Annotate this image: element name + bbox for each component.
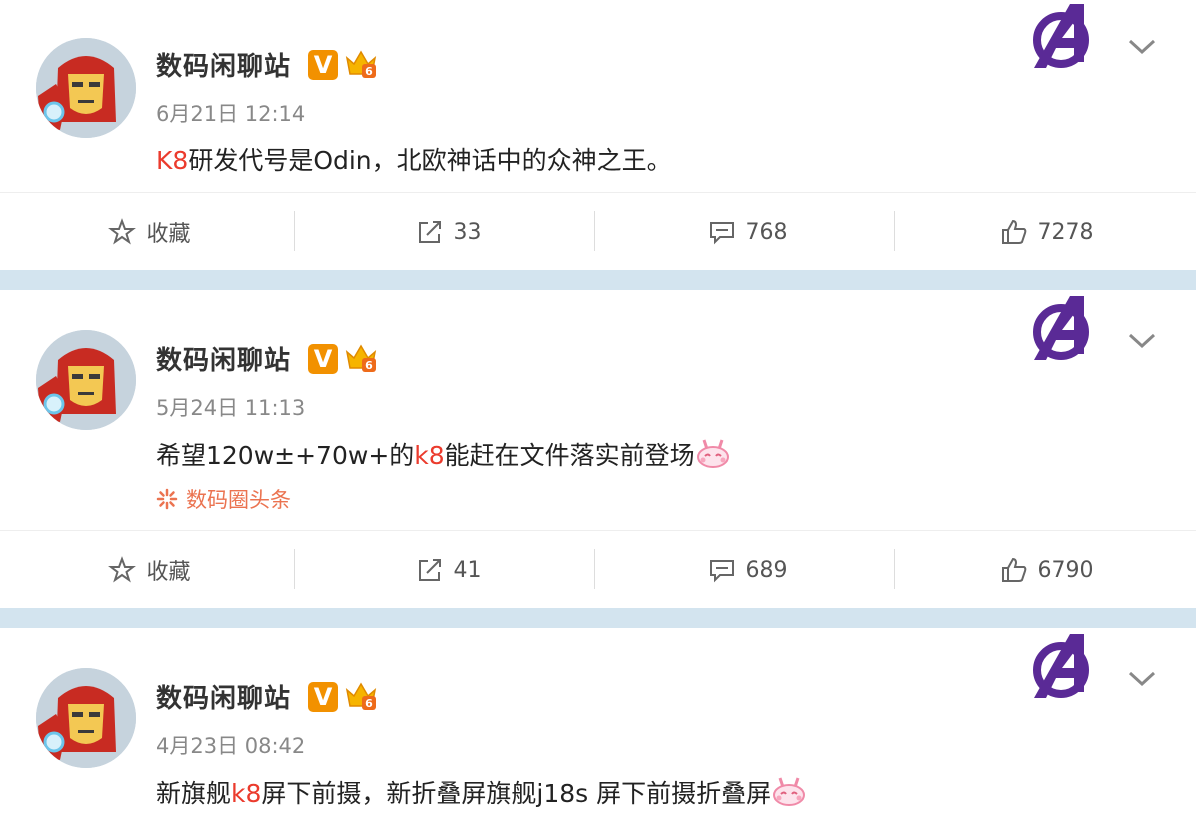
post-content: K8研发代号是Odin，北欧神话中的众神之王。 — [156, 141, 672, 177]
content-highlight: k8 — [231, 779, 262, 808]
user-name[interactable]: 数码闲聊站 — [156, 678, 291, 715]
comment-button[interactable]: 768 — [598, 193, 897, 271]
content-suffix: 屏下前摄，新折叠屏旗舰j18s 屏下前摄折叠屏 — [261, 779, 772, 808]
content-suffix: 研发代号是Odin，北欧神话中的众神之王。 — [188, 146, 672, 175]
divider — [594, 211, 595, 251]
user-name[interactable]: 数码闲聊站 — [156, 46, 291, 83]
action-bar: 收藏 33 768 7278 — [0, 192, 1196, 270]
post-source-link[interactable]: 数码圈头条 — [156, 484, 291, 514]
chevron-down-icon[interactable] — [1128, 38, 1156, 56]
like-count: 7278 — [1037, 219, 1094, 245]
divider — [294, 211, 295, 251]
star-outline-icon — [108, 218, 137, 245]
source-label: 数码圈头条 — [186, 488, 291, 512]
avatar[interactable] — [36, 330, 136, 430]
bunny-emoji-icon — [773, 777, 806, 806]
thumbs-up-icon — [1001, 219, 1026, 244]
crown-badge-icon: 6 — [345, 50, 377, 78]
topic-spark-icon — [156, 488, 178, 510]
share-icon — [418, 221, 441, 243]
like-button[interactable]: 6790 — [897, 531, 1196, 609]
svg-text:6: 6 — [365, 65, 373, 78]
post-timestamp[interactable]: 5月24日 11:13 — [156, 392, 305, 422]
verified-badge: V — [308, 50, 338, 80]
post-card: 数码闲聊站 V 6 5月24日 11:13 希望120w±+70w+的k8能赶在… — [0, 290, 1196, 608]
divider — [294, 549, 295, 589]
crown-badge-icon: 6 — [345, 682, 377, 710]
like-button[interactable]: 7278 — [897, 193, 1196, 271]
bunny-emoji-icon — [696, 439, 729, 468]
comment-count: 689 — [745, 557, 788, 583]
favorite-button[interactable]: 收藏 — [0, 531, 299, 609]
post-timestamp[interactable]: 6月21日 12:14 — [156, 98, 305, 128]
favorite-label: 收藏 — [146, 560, 191, 585]
svg-text:6: 6 — [365, 359, 373, 372]
post-content: 新旗舰k8屏下前摄，新折叠屏旗舰j18s 屏下前摄折叠屏 — [156, 774, 807, 810]
avatar[interactable] — [36, 668, 136, 768]
content-prefix: 新旗舰 — [156, 779, 232, 808]
repost-button[interactable]: 41 — [299, 531, 598, 609]
repost-count: 33 — [453, 219, 482, 245]
repost-count: 41 — [453, 557, 482, 583]
svg-text:6: 6 — [365, 697, 373, 710]
content-highlight: k8 — [414, 441, 445, 470]
post-content: 希望120w±+70w+的k8能赶在文件落实前登场 — [156, 436, 731, 472]
verified-badge: V — [308, 682, 338, 712]
content-suffix: 能赶在文件落实前登场 — [444, 441, 695, 470]
comment-count: 768 — [745, 219, 788, 245]
favorite-button[interactable]: 收藏 — [0, 193, 299, 271]
content-highlight: K8 — [156, 146, 189, 175]
crown-badge-icon: 6 — [345, 344, 377, 372]
share-icon — [418, 559, 441, 581]
star-outline-icon — [108, 556, 137, 583]
comment-button[interactable]: 689 — [598, 531, 897, 609]
comment-icon — [709, 560, 734, 583]
chevron-down-icon[interactable] — [1128, 332, 1156, 350]
comment-icon — [709, 222, 734, 245]
favorite-label: 收藏 — [146, 222, 191, 247]
user-name[interactable]: 数码闲聊站 — [156, 340, 291, 377]
repost-button[interactable]: 33 — [299, 193, 598, 271]
thumbs-up-icon — [1001, 557, 1026, 582]
post-timestamp[interactable]: 4月23日 08:42 — [156, 730, 305, 760]
like-count: 6790 — [1037, 557, 1094, 583]
avengers-logo-icon — [1033, 296, 1089, 360]
post-card: 数码闲聊站 V 6 4月23日 08:42 新旗舰k8屏下前摄，新折叠屏旗舰j1… — [0, 628, 1196, 820]
avatar[interactable] — [36, 38, 136, 138]
verified-badge: V — [308, 344, 338, 374]
content-prefix: 希望120w±+70w+的 — [156, 441, 415, 470]
ironman-avatar-icon — [36, 668, 136, 768]
ironman-avatar-icon — [36, 38, 136, 138]
divider — [894, 549, 895, 589]
avengers-logo-icon — [1033, 634, 1089, 698]
avengers-logo-icon — [1033, 4, 1089, 68]
divider — [894, 211, 895, 251]
divider — [594, 549, 595, 589]
ironman-avatar-icon — [36, 330, 136, 430]
chevron-down-icon[interactable] — [1128, 670, 1156, 688]
post-card: 数码闲聊站 V 6 6月21日 12:14 K8研发代号是Odin，北欧神话中的… — [0, 0, 1196, 270]
action-bar: 收藏 41 689 6790 — [0, 530, 1196, 608]
